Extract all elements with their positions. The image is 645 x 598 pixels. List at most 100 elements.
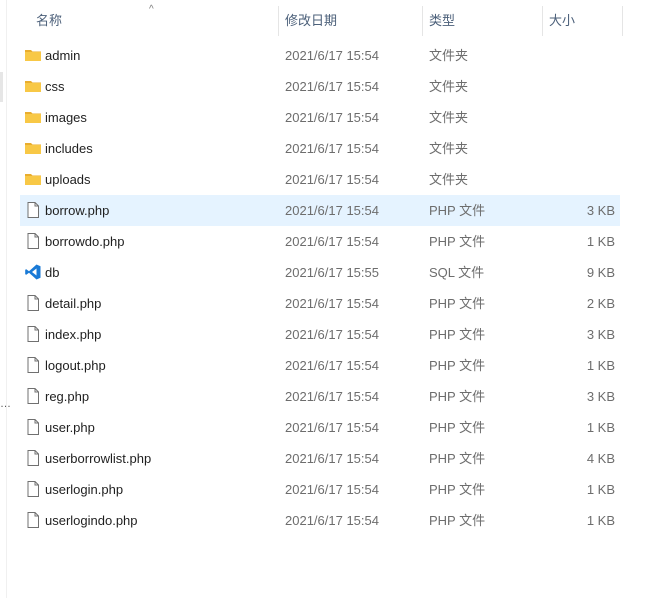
file-name: userlogin.php [45,482,124,497]
file-icon [24,325,42,343]
column-divider[interactable] [622,6,623,36]
file-size: 1 KB [586,420,615,435]
file-modified-date: 2021/6/17 15:54 [285,203,379,218]
column-header-type[interactable]: 类型 [422,6,542,36]
file-row[interactable]: detail.php 2021/6/17 15:54 PHP 文件 2 KB [20,288,620,319]
file-icon [24,449,42,467]
folder-icon [24,139,42,157]
file-row[interactable]: images 2021/6/17 15:54 文件夹 [20,102,620,133]
file-modified-date: 2021/6/17 15:54 [285,234,379,249]
file-type: 文件夹 [429,79,469,94]
file-icon [24,387,42,405]
file-name: admin [45,48,81,63]
column-header: 名称 ^ 修改日期 类型 大小 [22,4,623,36]
file-name: db [45,265,60,280]
file-icon [24,480,42,498]
file-row[interactable]: db 2021/6/17 15:55 SQL 文件 9 KB [20,257,620,288]
file-row[interactable]: reg.php 2021/6/17 15:54 PHP 文件 3 KB [20,381,620,412]
file-row[interactable]: borrow.php 2021/6/17 15:54 PHP 文件 3 KB [20,195,620,226]
column-header-size[interactable]: 大小 [542,6,622,36]
file-name: borrowdo.php [45,234,125,249]
file-row[interactable]: uploads 2021/6/17 15:54 文件夹 [20,164,620,195]
file-icon [24,201,42,219]
navigation-pane-scroll-marker [0,72,3,102]
file-name: images [45,110,87,125]
file-name: includes [45,141,93,156]
file-row[interactable]: logout.php 2021/6/17 15:54 PHP 文件 1 KB [20,350,620,381]
file-icon [24,418,42,436]
file-type: SQL 文件 [429,265,485,280]
file-row[interactable]: userborrowlist.php 2021/6/17 15:54 PHP 文件 4… [20,443,620,474]
file-size: 3 KB [586,389,615,404]
file-modified-date: 2021/6/17 15:54 [285,296,379,311]
column-header-date[interactable]: 修改日期 [278,6,422,36]
file-icon [24,232,42,250]
file-type: 文件夹 [429,172,469,187]
file-name: css [45,79,65,94]
file-modified-date: 2021/6/17 15:54 [285,451,379,466]
file-row[interactable]: includes 2021/6/17 15:54 文件夹 [20,133,620,164]
file-type: PHP 文件 [429,451,486,466]
file-list: admin 2021/6/17 15:54 文件夹 css 2021/6/17 15:5… [20,40,620,536]
file-modified-date: 2021/6/17 15:55 [285,265,379,280]
file-size: 1 KB [586,358,615,373]
file-modified-date: 2021/6/17 15:54 [285,79,379,94]
file-modified-date: 2021/6/17 15:54 [285,48,379,63]
file-size: 2 KB [586,296,615,311]
file-name: userborrowlist.php [45,451,152,466]
file-modified-date: 2021/6/17 15:54 [285,358,379,373]
file-name: logout.php [45,358,106,373]
file-name: index.php [45,327,102,342]
file-type: PHP 文件 [429,296,486,311]
file-icon [24,356,42,374]
file-type: 文件夹 [429,48,469,63]
file-row[interactable]: css 2021/6/17 15:54 文件夹 [20,71,620,102]
file-modified-date: 2021/6/17 15:54 [285,110,379,125]
file-type: 文件夹 [429,141,469,156]
navigation-pane-edge-glyph: … [0,398,11,410]
file-type: PHP 文件 [429,327,486,342]
file-modified-date: 2021/6/17 15:54 [285,389,379,404]
file-type: PHP 文件 [429,203,486,218]
file-row[interactable]: userlogin.php 2021/6/17 15:54 PHP 文件 1 KB [20,474,620,505]
file-modified-date: 2021/6/17 15:54 [285,141,379,156]
file-size: 1 KB [586,482,615,497]
file-name: uploads [45,172,91,187]
file-modified-date: 2021/6/17 15:54 [285,327,379,342]
file-modified-date: 2021/6/17 15:54 [285,172,379,187]
file-size: 3 KB [586,327,615,342]
file-name: detail.php [45,296,102,311]
file-icon [24,294,42,312]
folder-icon [24,46,42,64]
file-size: 3 KB [586,203,615,218]
folder-icon [24,108,42,126]
file-type: PHP 文件 [429,420,486,435]
file-name: userlogindo.php [45,513,138,528]
file-size: 1 KB [586,513,615,528]
file-type: PHP 文件 [429,482,486,497]
folder-icon [24,170,42,188]
file-modified-date: 2021/6/17 15:54 [285,513,379,528]
file-modified-date: 2021/6/17 15:54 [285,420,379,435]
file-row[interactable]: user.php 2021/6/17 15:54 PHP 文件 1 KB [20,412,620,443]
file-row[interactable]: admin 2021/6/17 15:54 文件夹 [20,40,620,71]
file-size: 1 KB [586,234,615,249]
file-row[interactable]: borrowdo.php 2021/6/17 15:54 PHP 文件 1 KB [20,226,620,257]
file-modified-date: 2021/6/17 15:54 [285,482,379,497]
sort-ascending-icon: ^ [149,4,154,15]
file-row[interactable]: userlogindo.php 2021/6/17 15:54 PHP 文件 1 KB [20,505,620,536]
vscode-icon [24,263,42,281]
file-size: 9 KB [586,265,615,280]
file-size: 4 KB [586,451,615,466]
file-type: 文件夹 [429,110,469,125]
file-type: PHP 文件 [429,513,486,528]
folder-icon [24,77,42,95]
file-type: PHP 文件 [429,358,486,373]
file-name: user.php [45,420,95,435]
file-icon [24,511,42,529]
file-name: borrow.php [45,203,110,218]
file-row[interactable]: index.php 2021/6/17 15:54 PHP 文件 3 KB [20,319,620,350]
file-type: PHP 文件 [429,389,486,404]
file-name: reg.php [45,389,90,404]
file-type: PHP 文件 [429,234,486,249]
